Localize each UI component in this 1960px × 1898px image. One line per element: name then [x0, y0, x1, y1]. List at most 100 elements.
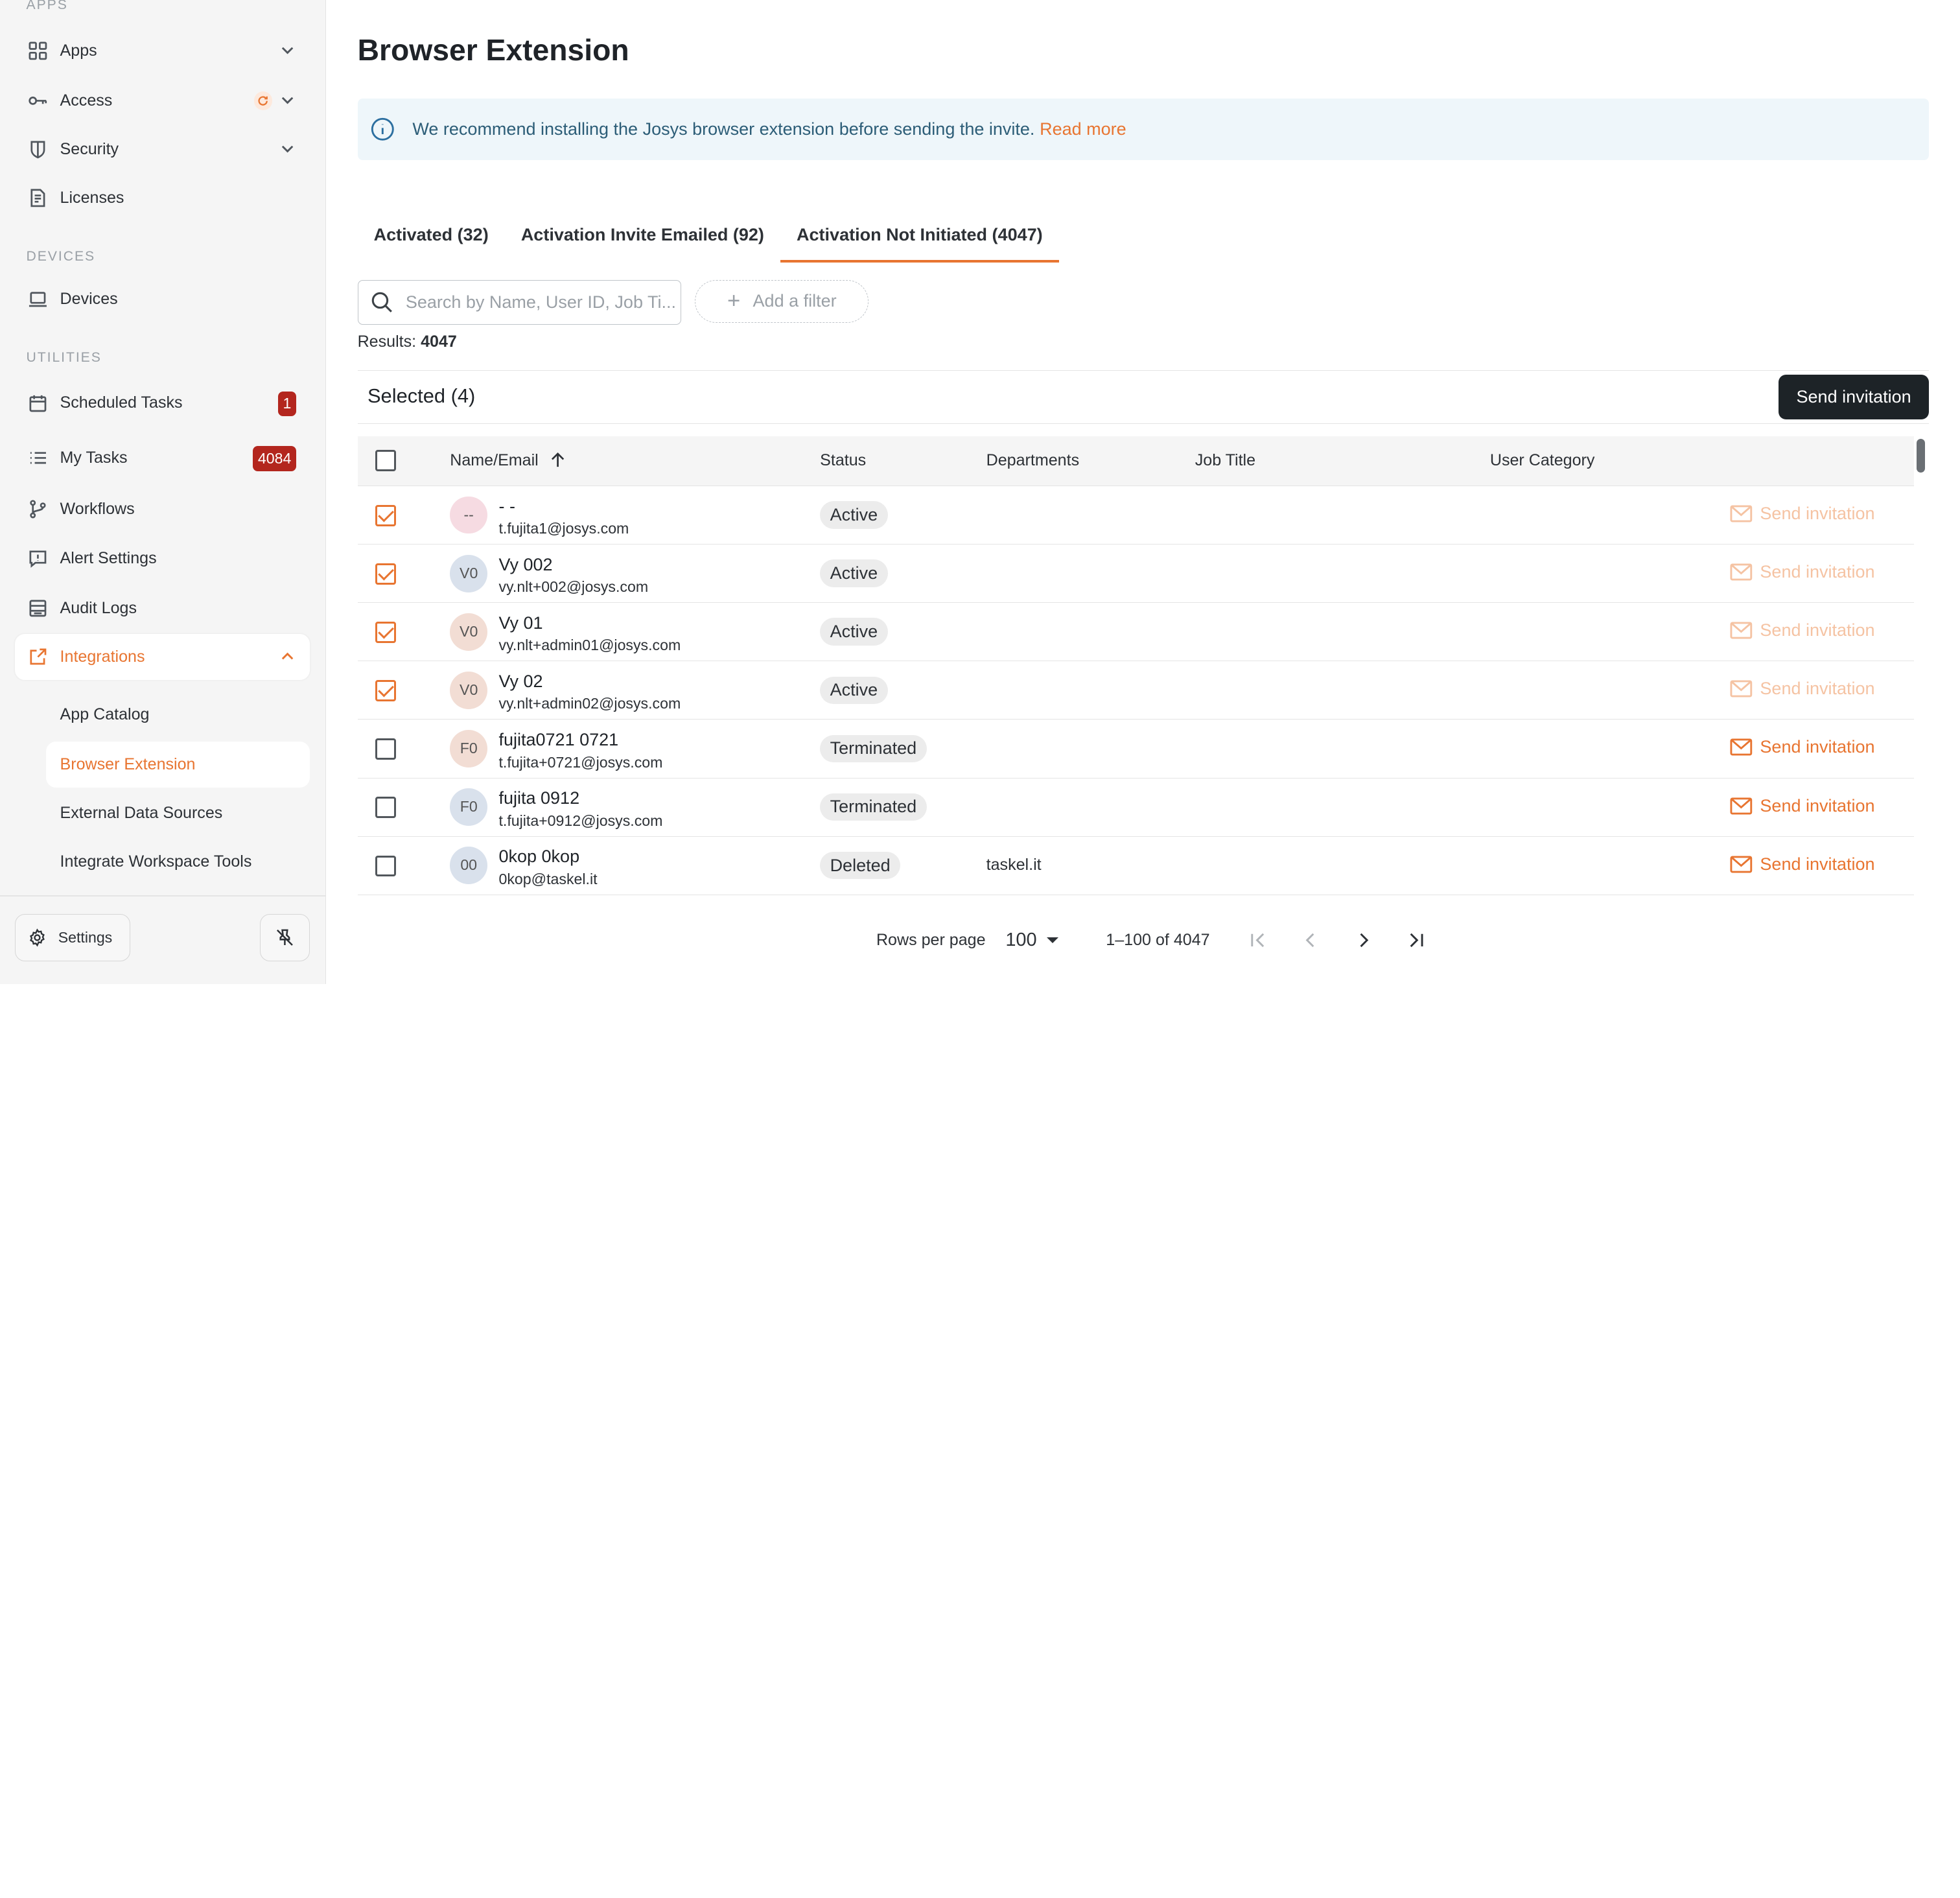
column-header-name[interactable]: Name/Email [450, 451, 565, 470]
sidebar-item-security[interactable]: Security [15, 126, 310, 172]
table-row[interactable]: V0 Vy 02 vy.nlt+admin02@josys.com Active Sen… [357, 661, 1914, 720]
sidebar-item-licenses[interactable]: Licenses [15, 175, 310, 221]
sidebar: APPS Apps Access Security Licenses DEVIC… [0, 0, 327, 984]
select-all-checkbox[interactable] [375, 450, 397, 472]
user-email: t.fujita+0912@josys.com [498, 812, 663, 829]
column-header-label: Name/Email [450, 451, 539, 470]
table-row[interactable]: F0 fujita 0912 t.fujita+0912@josys.com Term… [357, 779, 1914, 837]
count-badge: 1 [277, 391, 297, 417]
info-banner: We recommend installing the Josys browse… [357, 99, 1929, 160]
sidebar-subitem-browser-extension[interactable]: Browser Extension [46, 741, 310, 788]
user-email: vy.nlt+admin02@josys.com [498, 695, 681, 712]
row-checkbox[interactable] [375, 680, 397, 702]
tab-activation-invite-emailed[interactable]: Activation Invite Emailed (92) [505, 207, 780, 263]
row-checkbox[interactable] [375, 505, 397, 526]
chevron-left-icon [1305, 933, 1314, 947]
read-more-link[interactable]: Read more [1040, 119, 1126, 139]
sidebar-subitem-external-data-sources[interactable]: External Data Sources [46, 790, 310, 836]
page-title: Browser Extension [357, 33, 629, 67]
caret-down-icon [1047, 937, 1059, 943]
send-invitation-button[interactable]: Send invitation [1779, 374, 1929, 420]
sidebar-item-devices[interactable]: Devices [15, 276, 310, 322]
sidebar-item-workflows[interactable]: Workflows [15, 486, 310, 532]
column-header-departments[interactable]: Departments [986, 451, 1079, 470]
send-invitation-label: Send invitation [1760, 679, 1875, 699]
count-badge: 4084 [253, 446, 297, 472]
send-invitation-link[interactable]: Send invitation [1730, 737, 1875, 757]
sidebar-item-my-tasks[interactable]: My Tasks 4084 [15, 435, 310, 481]
table-body: -- - - t.fujita1@josys.com Active Send invit… [357, 486, 1914, 895]
status-badge: Active [820, 501, 888, 529]
user-email: t.fujita+0721@josys.com [498, 753, 663, 771]
sidebar-item-alert-settings[interactable]: Alert Settings [15, 535, 310, 581]
search-input[interactable] [405, 292, 681, 313]
previous-page-button[interactable] [1292, 921, 1330, 959]
sidebar-item-label: Devices [60, 290, 118, 309]
divider [0, 895, 327, 896]
mail-icon [1730, 505, 1760, 522]
sidebar-item-access[interactable]: Access [15, 78, 310, 124]
unpin-sidebar-button[interactable] [260, 913, 310, 962]
send-invitation-link[interactable]: Send invitation [1730, 562, 1875, 582]
send-invitation-label: Send invitation [1760, 620, 1875, 640]
table-row[interactable]: V0 Vy 002 vy.nlt+002@josys.com Active Send i… [357, 545, 1914, 603]
alert-message-icon [27, 548, 49, 569]
plus-icon: + [727, 288, 741, 314]
page-range: 1–100 of 4047 [1106, 930, 1210, 949]
column-header-job-title[interactable]: Job Title [1195, 451, 1255, 470]
table-row[interactable]: F0 fujita0721 0721 t.fujita+0721@josys.com… [357, 720, 1914, 779]
user-name: fujita 0912 [498, 788, 580, 808]
tab-activation-not-initiated[interactable]: Activation Not Initiated (4047) [780, 207, 1059, 263]
gear-icon [30, 928, 45, 947]
mail-icon [1730, 680, 1760, 697]
chevron-down-icon [281, 97, 294, 104]
rows-per-page-select[interactable]: 100 [1005, 930, 1059, 951]
section-label-devices: DEVICES [26, 248, 96, 264]
chevron-up-icon [281, 652, 294, 660]
sidebar-item-integrations[interactable]: Integrations [15, 633, 310, 681]
chevron-down-icon [281, 145, 294, 153]
row-checkbox[interactable] [375, 797, 397, 819]
send-invitation-link[interactable]: Send invitation [1730, 620, 1875, 640]
send-invitation-link[interactable]: Send invitation [1730, 854, 1875, 874]
chevron-right-icon [1360, 933, 1369, 947]
sidebar-subitem-integrate-workspace-tools[interactable]: Integrate Workspace Tools [46, 839, 310, 885]
mail-icon [1730, 856, 1760, 873]
send-invitation-link[interactable]: Send invitation [1730, 796, 1875, 816]
send-invitation-link[interactable]: Send invitation [1730, 504, 1875, 524]
rows-per-page-label: Rows per page [876, 930, 986, 949]
row-checkbox[interactable] [375, 738, 397, 760]
banner-text: We recommend installing the Josys browse… [412, 119, 1035, 139]
next-page-button[interactable] [1345, 921, 1382, 959]
sidebar-item-audit-logs[interactable]: Audit Logs [15, 585, 310, 631]
tab-activated[interactable]: Activated (32) [358, 207, 505, 263]
avatar: 00 [450, 847, 488, 884]
send-invitation-link[interactable]: Send invitation [1730, 679, 1875, 699]
row-checkbox[interactable] [375, 855, 397, 877]
mail-icon [1730, 622, 1760, 639]
last-page-button[interactable] [1397, 921, 1435, 959]
table-scrollbar[interactable] [1916, 438, 1926, 473]
table-row[interactable]: V0 Vy 01 vy.nlt+admin01@josys.com Active Sen… [357, 603, 1914, 662]
sidebar-subitem-app-catalog[interactable]: App Catalog [46, 692, 310, 738]
user-name: fujita0721 0721 [498, 729, 619, 749]
results-count: Results: 4047 [358, 333, 457, 351]
key-icon [27, 90, 49, 111]
settings-button[interactable]: Settings [15, 913, 130, 962]
row-checkbox[interactable] [375, 622, 397, 644]
add-filter-button[interactable]: + Add a filter [695, 280, 869, 323]
sidebar-item-label: Scheduled Tasks [60, 393, 183, 412]
status-badge: Deleted [820, 851, 901, 880]
column-header-status[interactable]: Status [820, 451, 866, 470]
department: taskel.it [986, 855, 1042, 874]
search-icon [371, 292, 392, 313]
results-value: 4047 [421, 333, 457, 351]
first-page-button[interactable] [1240, 921, 1278, 959]
table-row[interactable]: -- - - t.fujita1@josys.com Active Send invit… [357, 486, 1914, 545]
column-header-user-category[interactable]: User Category [1490, 451, 1595, 470]
pagination: Rows per page 100 1–100 of 4047 [876, 920, 1435, 960]
table-row[interactable]: 00 0kop 0kop 0kop@taskel.it Deleted taskel.i… [357, 837, 1914, 895]
sidebar-item-scheduled-tasks[interactable]: Scheduled Tasks 1 [15, 380, 310, 426]
sidebar-item-apps[interactable]: Apps [15, 27, 310, 73]
row-checkbox[interactable] [375, 563, 397, 585]
